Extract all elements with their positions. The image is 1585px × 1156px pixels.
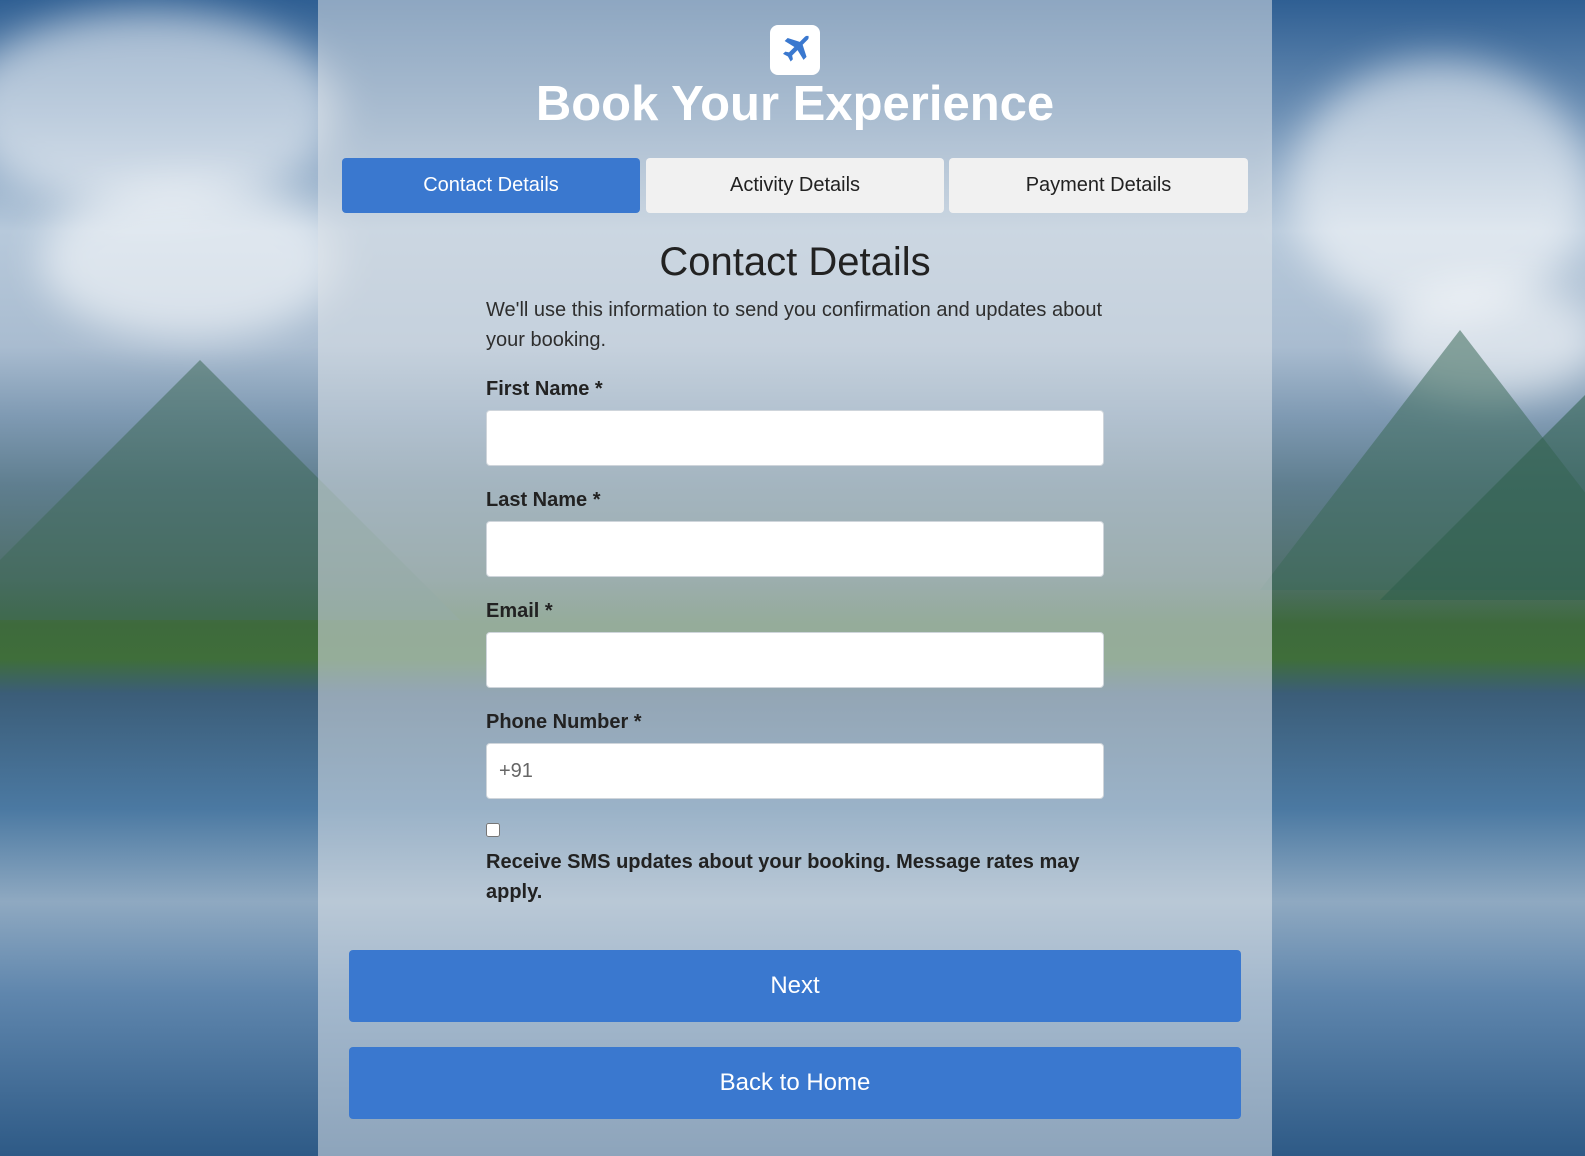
email-input[interactable] — [486, 632, 1104, 688]
logo — [770, 25, 820, 75]
sms-updates-checkbox[interactable] — [486, 823, 500, 837]
airplane-icon — [777, 30, 813, 71]
sms-updates-label: Receive SMS updates about your booking. … — [486, 851, 1080, 903]
step-tabs: Contact Details Activity Details Payment… — [342, 158, 1248, 213]
last-name-input[interactable] — [486, 521, 1104, 577]
tab-activity-details[interactable]: Activity Details — [646, 158, 944, 213]
next-button[interactable]: Next — [349, 950, 1241, 1022]
tab-payment-details[interactable]: Payment Details — [949, 158, 1248, 213]
last-name-label: Last Name * — [486, 489, 601, 511]
phone-number-input[interactable] — [486, 743, 1104, 799]
intro-text: We'll use this information to send you c… — [486, 299, 1103, 351]
tab-contact-details[interactable]: Contact Details — [342, 158, 640, 213]
back-to-home-button[interactable]: Back to Home — [349, 1047, 1241, 1119]
first-name-input[interactable] — [486, 410, 1104, 466]
first-name-label: First Name * — [486, 378, 603, 400]
section-title: Contact Details — [659, 240, 931, 284]
page-title: Book Your Experience — [535, 77, 1055, 131]
email-label: Email * — [486, 600, 553, 622]
phone-number-label: Phone Number * — [486, 711, 642, 733]
